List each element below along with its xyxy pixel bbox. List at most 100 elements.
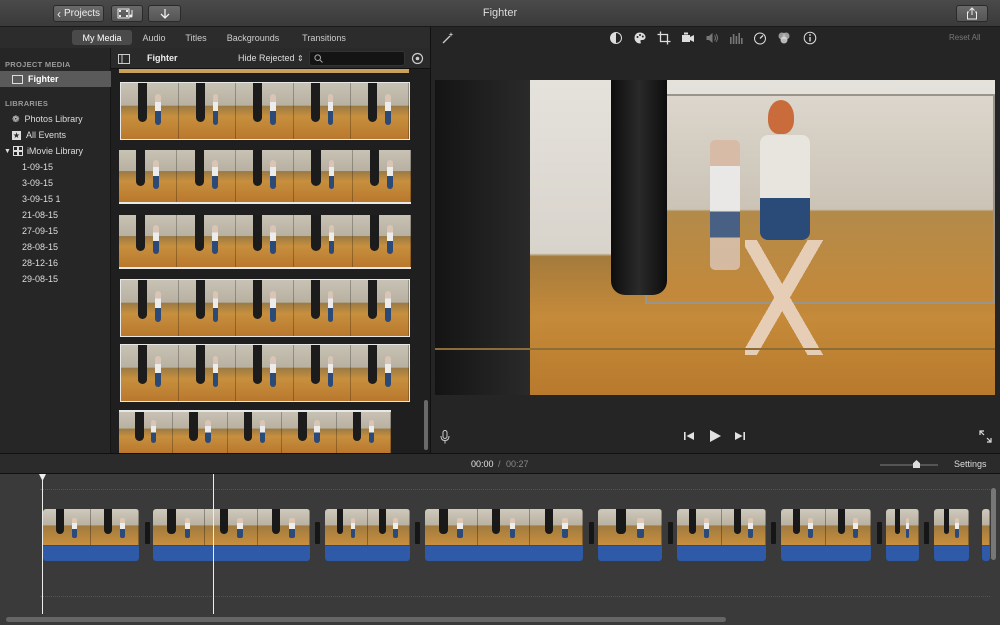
timeline-clip[interactable]: [781, 509, 871, 561]
timeline-clip[interactable]: [153, 509, 310, 561]
search-icon: [314, 54, 323, 63]
camera-stabilization-icon[interactable]: [681, 31, 695, 45]
transition-marker[interactable]: [315, 522, 320, 544]
clip-filter-icon[interactable]: [777, 31, 791, 45]
fighter-reflection: [710, 140, 740, 270]
info-icon[interactable]: [803, 31, 817, 45]
tab-backgrounds[interactable]: Backgrounds: [220, 30, 286, 45]
transition-marker[interactable]: [877, 522, 882, 544]
filmstrip-clip[interactable]: [119, 215, 411, 269]
timeline-clip[interactable]: [982, 509, 990, 561]
transition-marker[interactable]: [415, 522, 420, 544]
sidebar-toggle-icon[interactable]: [118, 54, 130, 64]
settings-gear-icon[interactable]: [411, 52, 424, 65]
tab-titles[interactable]: Titles: [178, 30, 214, 45]
zoom-slider-knob[interactable]: [913, 460, 920, 468]
sidebar-item-label: Fighter: [28, 74, 59, 84]
skip-forward-icon[interactable]: [734, 431, 746, 441]
grid-icon: [12, 146, 23, 156]
filmstrip-clip[interactable]: [120, 82, 410, 140]
video-preview: [435, 80, 995, 395]
timeline-clip[interactable]: [677, 509, 766, 561]
sidebar-event-item[interactable]: 29-08-15: [0, 271, 111, 287]
filmstrip-partial[interactable]: [119, 69, 409, 73]
filmstrip-clip[interactable]: [120, 344, 410, 402]
timeline-clip[interactable]: [325, 509, 410, 561]
tab-audio[interactable]: Audio: [136, 30, 172, 45]
star-icon: ★: [12, 130, 21, 140]
audio-waveform: [425, 545, 583, 561]
punching-bag: [611, 80, 667, 295]
updown-arrows-icon: ⇕: [297, 54, 304, 63]
browser-header: Fighter Hide Rejected ⇕: [111, 48, 430, 69]
sidebar-item-all-events[interactable]: ★ All Events: [0, 127, 111, 143]
current-time: 00:00: [471, 459, 494, 469]
sidebar-event-item[interactable]: 3-09-15: [0, 175, 111, 191]
transition-marker[interactable]: [771, 522, 776, 544]
crop-icon[interactable]: [657, 31, 671, 45]
reset-all-button[interactable]: Reset All: [949, 33, 981, 42]
play-icon[interactable]: [708, 429, 722, 443]
playhead[interactable]: [39, 474, 46, 614]
sidebar-item-imovie-library[interactable]: ▼ iMovie Library: [0, 143, 111, 159]
sidebar-item-label: Photos Library: [24, 114, 83, 124]
audio-waveform: [982, 545, 990, 561]
fighter-legs: [745, 240, 835, 355]
sidebar-event-item[interactable]: 1-09-15: [0, 159, 111, 175]
sidebar-event-item[interactable]: 21-08-15: [0, 207, 111, 223]
transition-marker[interactable]: [924, 522, 929, 544]
sidebar-item-fighter[interactable]: Fighter: [0, 71, 111, 87]
audio-waveform: [781, 545, 871, 561]
time-separator: /: [498, 459, 501, 469]
fighter-head: [768, 100, 794, 134]
speedometer-icon[interactable]: [753, 31, 767, 45]
timeline: [0, 474, 1000, 625]
disclosure-triangle-icon[interactable]: ▼: [4, 148, 11, 155]
sidebar-item-label: All Events: [26, 130, 67, 140]
timeline-clip[interactable]: [425, 509, 583, 561]
share-icon: [967, 7, 977, 20]
timeline-clip[interactable]: [598, 509, 662, 561]
media-browser: Fighter Hide Rejected ⇕: [111, 48, 430, 453]
equalizer-icon[interactable]: [729, 31, 743, 45]
color-balance-icon[interactable]: [609, 31, 623, 45]
timeline-clip[interactable]: [934, 509, 969, 561]
sidebar-event-item[interactable]: 3-09-15 1: [0, 191, 111, 207]
audio-waveform: [43, 545, 139, 561]
sidebar-event-item[interactable]: 28-12-16: [0, 255, 111, 271]
title-bar: ‹ Projects Fighter: [0, 0, 1000, 27]
sidebar-event-item[interactable]: 28-08-15: [0, 239, 111, 255]
transition-marker[interactable]: [145, 522, 150, 544]
audio-waveform: [677, 545, 766, 561]
fullscreen-icon[interactable]: [979, 430, 992, 443]
timeline-vertical-scrollbar[interactable]: [991, 488, 996, 560]
transition-marker[interactable]: [589, 522, 594, 544]
share-button[interactable]: [956, 5, 988, 22]
zoom-slider[interactable]: [880, 460, 938, 468]
color-palette-icon[interactable]: [633, 31, 647, 45]
browser-scrollbar[interactable]: [424, 400, 428, 450]
sidebar-event-item[interactable]: 27-09-15: [0, 223, 111, 239]
tab-transitions[interactable]: Transitions: [296, 30, 352, 45]
magic-wand-icon[interactable]: [441, 31, 455, 45]
timeline-horizontal-scrollbar[interactable]: [6, 617, 726, 622]
libraries-heading: LIBRARIES: [5, 99, 49, 108]
filmstrip-clip[interactable]: [119, 410, 391, 453]
settings-button[interactable]: Settings: [954, 459, 987, 469]
film-icon: [12, 74, 23, 84]
skip-back-icon[interactable]: [683, 431, 695, 441]
filter-dropdown[interactable]: Hide Rejected ⇕: [238, 53, 304, 63]
volume-icon[interactable]: [705, 31, 719, 45]
viewer: Reset All: [430, 27, 1000, 453]
microphone-icon[interactable]: [440, 430, 450, 444]
timeline-clip[interactable]: [43, 509, 139, 561]
sidebar-item-photos-library[interactable]: ❁ Photos Library: [0, 111, 111, 127]
timeline-clip[interactable]: [886, 509, 919, 561]
filmstrip-clip[interactable]: [120, 279, 410, 337]
audio-waveform: [934, 545, 969, 561]
search-input[interactable]: [309, 51, 405, 66]
filmstrip-clip[interactable]: [119, 150, 411, 204]
transition-marker[interactable]: [668, 522, 673, 544]
event-name: Fighter: [147, 53, 178, 63]
tab-my-media[interactable]: My Media: [72, 30, 132, 45]
